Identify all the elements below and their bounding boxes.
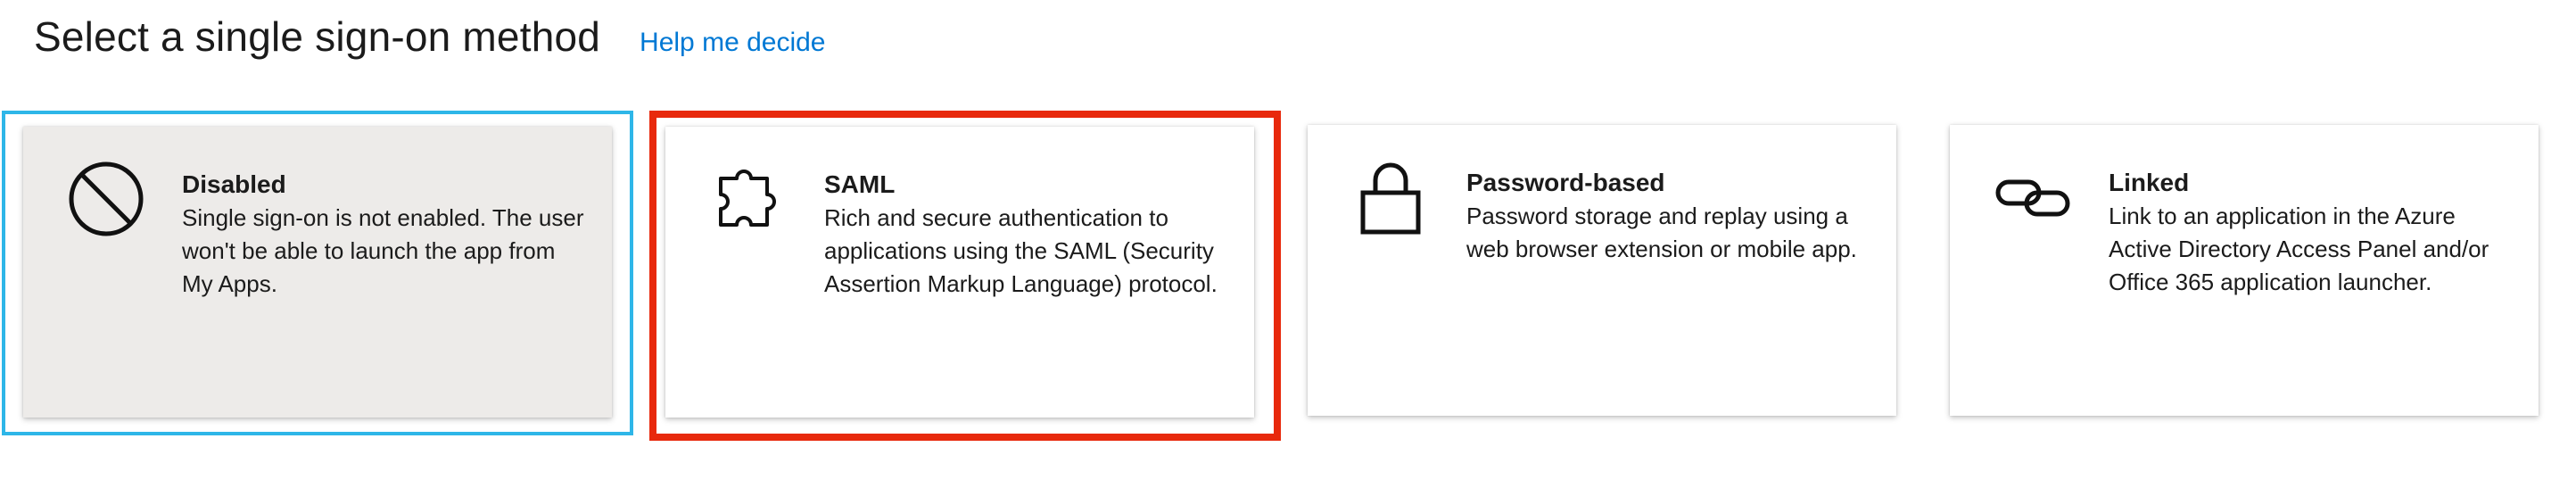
tile-text: Linked Link to an application in the Azu…	[2109, 166, 2519, 299]
tile-text: SAML Rich and secure authentication to a…	[824, 168, 1234, 301]
page-header: Select a single sign-on method Help me d…	[34, 12, 826, 61]
tile-text: Password-based Password storage and repl…	[1466, 166, 1877, 266]
tile-title: Password-based	[1466, 169, 1665, 196]
method-tile-linked-wrapper: Linked Link to an application in the Azu…	[1934, 111, 2547, 432]
link-icon	[1993, 157, 2073, 237]
tile-description: Link to an application in the Azure Acti…	[2109, 203, 2489, 295]
tile-title: Linked	[2109, 169, 2190, 196]
help-me-decide-link[interactable]: Help me decide	[640, 28, 825, 58]
tile-description: Rich and secure authentication to applic…	[824, 204, 1218, 297]
method-tile-linked[interactable]: Linked Link to an application in the Azu…	[1950, 125, 2539, 416]
tile-description: Single sign-on is not enabled. The user …	[182, 204, 584, 297]
tile-title: SAML	[824, 170, 896, 198]
method-tile-password-wrapper: Password-based Password storage and repl…	[1292, 111, 1905, 432]
lock-icon	[1350, 157, 1431, 237]
method-tile-disabled[interactable]: Disabled Single sign-on is not enabled. …	[23, 127, 612, 418]
method-tile-saml-wrapper: SAML Rich and secure authentication to a…	[649, 111, 1281, 441]
method-tile-saml[interactable]: SAML Rich and secure authentication to a…	[665, 127, 1254, 418]
method-tile-disabled-wrapper: Disabled Single sign-on is not enabled. …	[2, 111, 633, 435]
disabled-icon	[66, 159, 146, 239]
puzzle-icon	[708, 159, 788, 239]
tile-description: Password storage and replay using a web …	[1466, 203, 1857, 262]
method-tile-password-based[interactable]: Password-based Password storage and repl…	[1308, 125, 1896, 416]
tile-title: Disabled	[182, 170, 286, 198]
page-title: Select a single sign-on method	[34, 13, 601, 60]
tile-text: Disabled Single sign-on is not enabled. …	[182, 168, 592, 301]
